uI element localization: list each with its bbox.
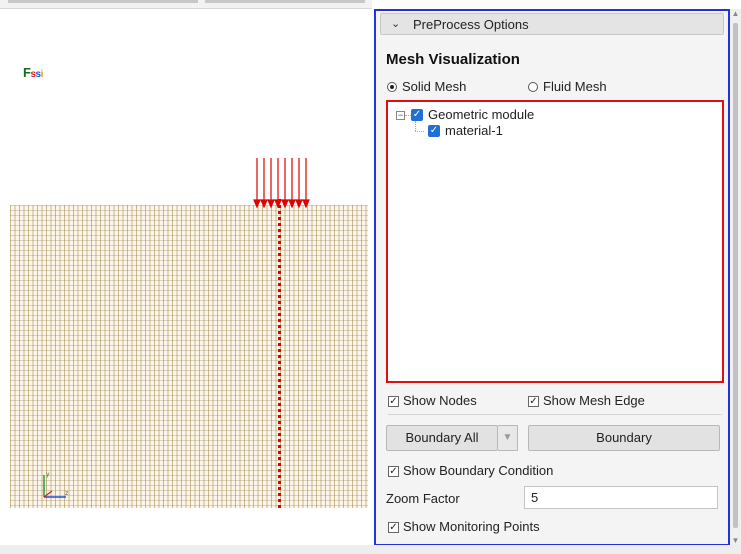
show-nodes-label[interactable]: Show Nodes: [403, 393, 477, 408]
tree-connector-vertical: [415, 121, 416, 131]
boundary-all-button[interactable]: Boundary All: [386, 425, 498, 451]
show-monitoring-points-label[interactable]: Show Monitoring Points: [403, 519, 540, 534]
fluid-mesh-label[interactable]: Fluid Mesh: [543, 79, 607, 94]
panel-scrollbar[interactable]: ▲ ▼: [730, 9, 741, 546]
load-arrows: [253, 158, 310, 208]
separator: [388, 414, 722, 415]
fluid-mesh-radio[interactable]: [528, 82, 538, 92]
zoom-factor-label: Zoom Factor: [386, 491, 460, 506]
monitoring-points-line: [278, 199, 281, 508]
tree-connector-child: [415, 131, 424, 132]
solid-mesh-label[interactable]: Solid Mesh: [402, 79, 466, 94]
mesh-viewport[interactable]: Fssi y z: [0, 9, 372, 545]
show-mesh-edge-label[interactable]: Show Mesh Edge: [543, 393, 645, 408]
show-nodes-checkbox[interactable]: ✓: [388, 396, 399, 407]
material-1-checkbox[interactable]: ✓: [428, 125, 440, 137]
solid-mesh-radio[interactable]: [387, 82, 397, 92]
svg-text:z: z: [65, 490, 68, 497]
viewport-top-bar: [0, 0, 372, 9]
show-mesh-edge-checkbox[interactable]: ✓: [528, 396, 539, 407]
bottom-bar: [0, 545, 741, 554]
chevron-down-icon[interactable]: ⌄: [391, 17, 400, 30]
scroll-up-icon[interactable]: ▲: [730, 9, 741, 19]
scrollbar-thumb[interactable]: [733, 23, 738, 528]
preprocess-options-header[interactable]: ⌄ PreProcess Options: [380, 13, 724, 35]
logo-letter-i: i: [40, 69, 44, 80]
geometry-tree[interactable]: − ✓ Geometric module ✓ material-1: [386, 100, 724, 383]
axis-triad-icon: y z: [43, 471, 68, 498]
geometric-module-checkbox[interactable]: ✓: [411, 109, 423, 121]
dropdown-arrow-icon[interactable]: ▼: [498, 425, 518, 451]
fssi-logo: Fssi: [23, 65, 43, 80]
show-monitoring-points-checkbox[interactable]: ✓: [388, 522, 399, 533]
mesh-visualization-title: Mesh Visualization: [386, 51, 520, 68]
boundary-button[interactable]: Boundary: [528, 425, 720, 451]
top-scroll-segment-right[interactable]: [205, 0, 365, 3]
zoom-factor-input[interactable]: [524, 486, 718, 509]
mesh-node-rows: [10, 205, 368, 508]
panel-header-title: PreProcess Options: [413, 17, 529, 32]
tree-item-material-1[interactable]: material-1: [445, 123, 503, 138]
top-scroll-segment-left[interactable]: [8, 0, 198, 3]
tree-item-geometric-module[interactable]: Geometric module: [428, 107, 534, 122]
show-boundary-condition-label[interactable]: Show Boundary Condition: [403, 463, 553, 478]
preprocess-options-panel: ⌄ PreProcess Options Mesh Visualization …: [374, 9, 730, 546]
tree-collapse-icon[interactable]: −: [396, 111, 405, 120]
svg-text:y: y: [46, 471, 50, 478]
show-boundary-condition-checkbox[interactable]: ✓: [388, 466, 399, 477]
